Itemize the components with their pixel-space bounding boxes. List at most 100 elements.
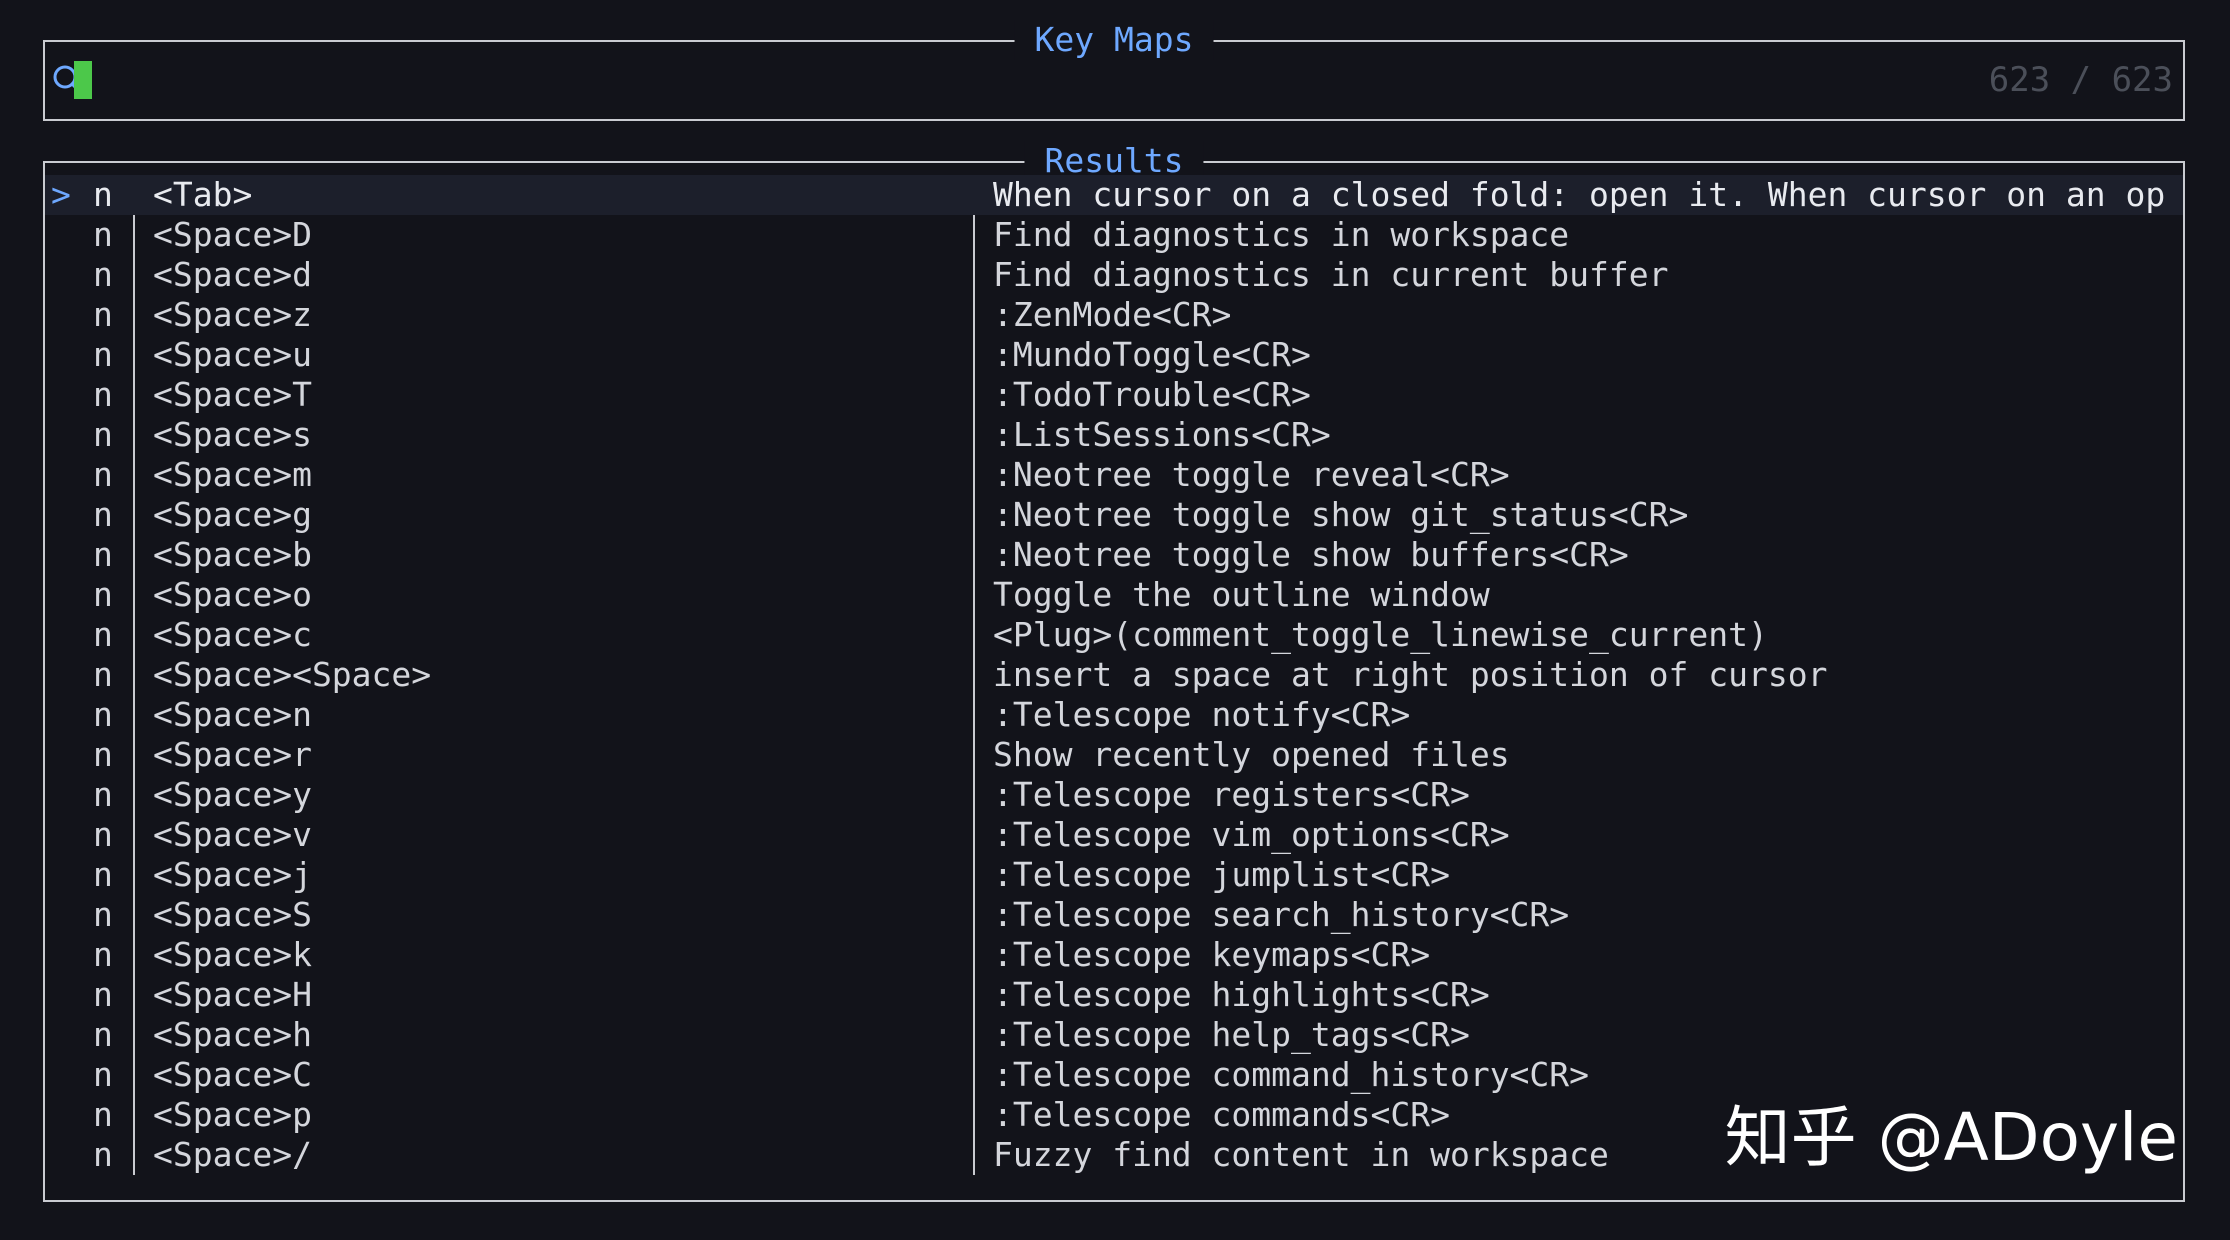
description-cell: :Neotree toggle show buffers<CR> [993, 535, 1629, 574]
description-cell: Find diagnostics in workspace [993, 215, 1570, 254]
result-row[interactable]: n <Space>c <Plug>(comment_toggle_linewise_… [45, 615, 2183, 655]
keymap-cell: <Space>T [153, 375, 312, 414]
keymap-cell: <Space>s [153, 415, 312, 454]
result-row[interactable]: n <Space>T :TodoTrouble<CR> [45, 375, 2183, 415]
keymap-cell: <Space><Space> [153, 655, 432, 694]
result-row[interactable]: n <Space>v :Telescope vim_options<CR> [45, 815, 2183, 855]
mode-cell: n [93, 255, 113, 294]
description-cell: Find diagnostics in current buffer [993, 255, 1669, 294]
mode-cell: n [93, 535, 113, 574]
results-panel: Results > n <Tab> When cursor on a closed f… [43, 141, 2185, 1202]
mode-cell: n [93, 935, 113, 974]
description-cell: <Plug>(comment_toggle_linewise_current) [993, 615, 1768, 654]
keymap-cell: <Space>o [153, 575, 312, 614]
description-cell: :Neotree toggle reveal<CR> [993, 455, 1510, 494]
result-counter: 623 / 623 [1988, 60, 2173, 100]
result-row[interactable]: n <Space>H :Telescope highlights<CR> [45, 975, 2183, 1015]
description-cell: When cursor on a closed fold: open it. W… [993, 175, 2166, 214]
result-row[interactable]: n <Space>d Find diagnostics in current buf… [45, 255, 2183, 295]
result-row[interactable]: n <Space>g:Neotree toggle show git_status… [45, 495, 2183, 535]
result-row[interactable]: n <Space>s :ListSessions<CR> [45, 415, 2183, 455]
description-cell: :Telescope help_tags<CR> [993, 1015, 1470, 1054]
mode-cell: n [93, 735, 113, 774]
mode-cell: n [93, 1095, 113, 1134]
result-row[interactable]: n <Space>u :MundoToggle<CR> [45, 335, 2183, 375]
mode-cell: n [93, 655, 113, 694]
description-cell: :Telescope vim_options<CR> [993, 815, 1510, 854]
description-cell: :ZenMode<CR> [993, 295, 1232, 334]
keymap-cell: <Tab> [153, 175, 253, 214]
keymap-cell: <Space>c [153, 615, 312, 654]
description-cell: :Neotree toggle show git_status<CR> [993, 495, 1689, 534]
description-cell: :Telescope search_history<CR> [993, 895, 1570, 934]
mode-cell: n [93, 695, 113, 734]
result-row[interactable]: n <Space>y :Telescope registers<CR> [45, 775, 2183, 815]
result-row[interactable]: n <Space>m :Neotree toggle reveal<CR> [45, 455, 2183, 495]
selection-caret: > [51, 175, 71, 214]
mode-cell: n [93, 335, 113, 374]
keymap-cell: <Space>/ [153, 1135, 312, 1174]
keymap-cell: <Space>D [153, 215, 312, 254]
keymap-cell: <Space>k [153, 935, 312, 974]
mode-cell: n [93, 1055, 113, 1094]
result-row[interactable]: n <Space>D Find diagnostics in workspace [45, 215, 2183, 255]
search-input[interactable] [95, 58, 1995, 102]
description-cell: :Telescope keymaps<CR> [993, 935, 1431, 974]
result-row[interactable]: > n <Tab> When cursor on a closed fold: ope… [45, 175, 2183, 215]
mode-cell: n [93, 855, 113, 894]
keymap-cell: <Space>S [153, 895, 312, 934]
mode-cell: n [93, 1015, 113, 1054]
mode-cell: n [93, 455, 113, 494]
result-row[interactable]: n <Space>S :Telescope search_history<CR> [45, 895, 2183, 935]
keymap-cell: <Space>r [153, 735, 312, 774]
description-cell: :MundoToggle<CR> [993, 335, 1311, 374]
result-row[interactable]: n <Space>n:Telescope notify<CR> [45, 695, 2183, 735]
mode-cell: n [93, 615, 113, 654]
description-cell: insert a space at right position of curs… [993, 655, 1828, 694]
description-cell: :ListSessions<CR> [993, 415, 1331, 454]
description-cell: :TodoTrouble<CR> [993, 375, 1311, 414]
result-row[interactable]: n <Space>o Toggle the outline window [45, 575, 2183, 615]
description-cell: :Telescope jumplist<CR> [993, 855, 1450, 894]
description-cell: :Telescope highlights<CR> [993, 975, 1490, 1014]
keymap-cell: <Space>u [153, 335, 312, 374]
result-row[interactable]: n <Space>z :ZenMode<CR> [45, 295, 2183, 335]
description-cell: Toggle the outline window [993, 575, 1490, 614]
mode-cell: n [93, 775, 113, 814]
prompt-panel: Key Maps 623 / 623 [43, 20, 2185, 121]
result-row[interactable]: n <Space><Space> insert a space at right p… [45, 655, 2183, 695]
keymap-cell: <Space>m [153, 455, 312, 494]
keymap-cell: <Space>z [153, 295, 312, 334]
mode-cell: n [93, 375, 113, 414]
mode-cell: n [93, 975, 113, 1014]
mode-cell: n [93, 295, 113, 334]
result-row[interactable]: n <Space>j :Telescope jumplist<CR> [45, 855, 2183, 895]
result-row[interactable]: n <Space>h :Telescope help_tags<CR> [45, 1015, 2183, 1055]
keymap-cell: <Space>n [153, 695, 312, 734]
mode-cell: n [93, 895, 113, 934]
results-list: > n <Tab> When cursor on a closed fold: ope… [45, 175, 2183, 1175]
result-row[interactable]: n <Space>b :Neotree toggle show buffers<CR… [45, 535, 2183, 575]
description-cell: Show recently opened files [993, 735, 1510, 774]
result-row[interactable]: n <Space>k :Telescope keymaps<CR> [45, 935, 2183, 975]
result-row[interactable]: n <Space>r Show recently opened files [45, 735, 2183, 775]
text-cursor [74, 61, 92, 99]
keymap-cell: <Space>b [153, 535, 312, 574]
mode-cell: n [93, 175, 113, 214]
mode-cell: n [93, 815, 113, 854]
mode-cell: n [93, 495, 113, 534]
keymap-cell: <Space>H [153, 975, 312, 1014]
mode-cell: n [93, 215, 113, 254]
keymap-cell: <Space>d [153, 255, 312, 294]
description-cell: :Telescope registers<CR> [993, 775, 1470, 814]
watermark: 知乎 @ADoyle [1724, 1099, 2178, 1176]
keymap-cell: <Space>p [153, 1095, 312, 1134]
mode-cell: n [93, 575, 113, 614]
mode-cell: n [93, 415, 113, 454]
keymap-cell: <Space>y [153, 775, 312, 814]
keymap-cell: <Space>C [153, 1055, 312, 1094]
keymap-cell: <Space>v [153, 815, 312, 854]
keymap-cell: <Space>j [153, 855, 312, 894]
prompt-title: Key Maps [1014, 20, 1214, 60]
keymap-cell: <Space>h [153, 1015, 312, 1054]
